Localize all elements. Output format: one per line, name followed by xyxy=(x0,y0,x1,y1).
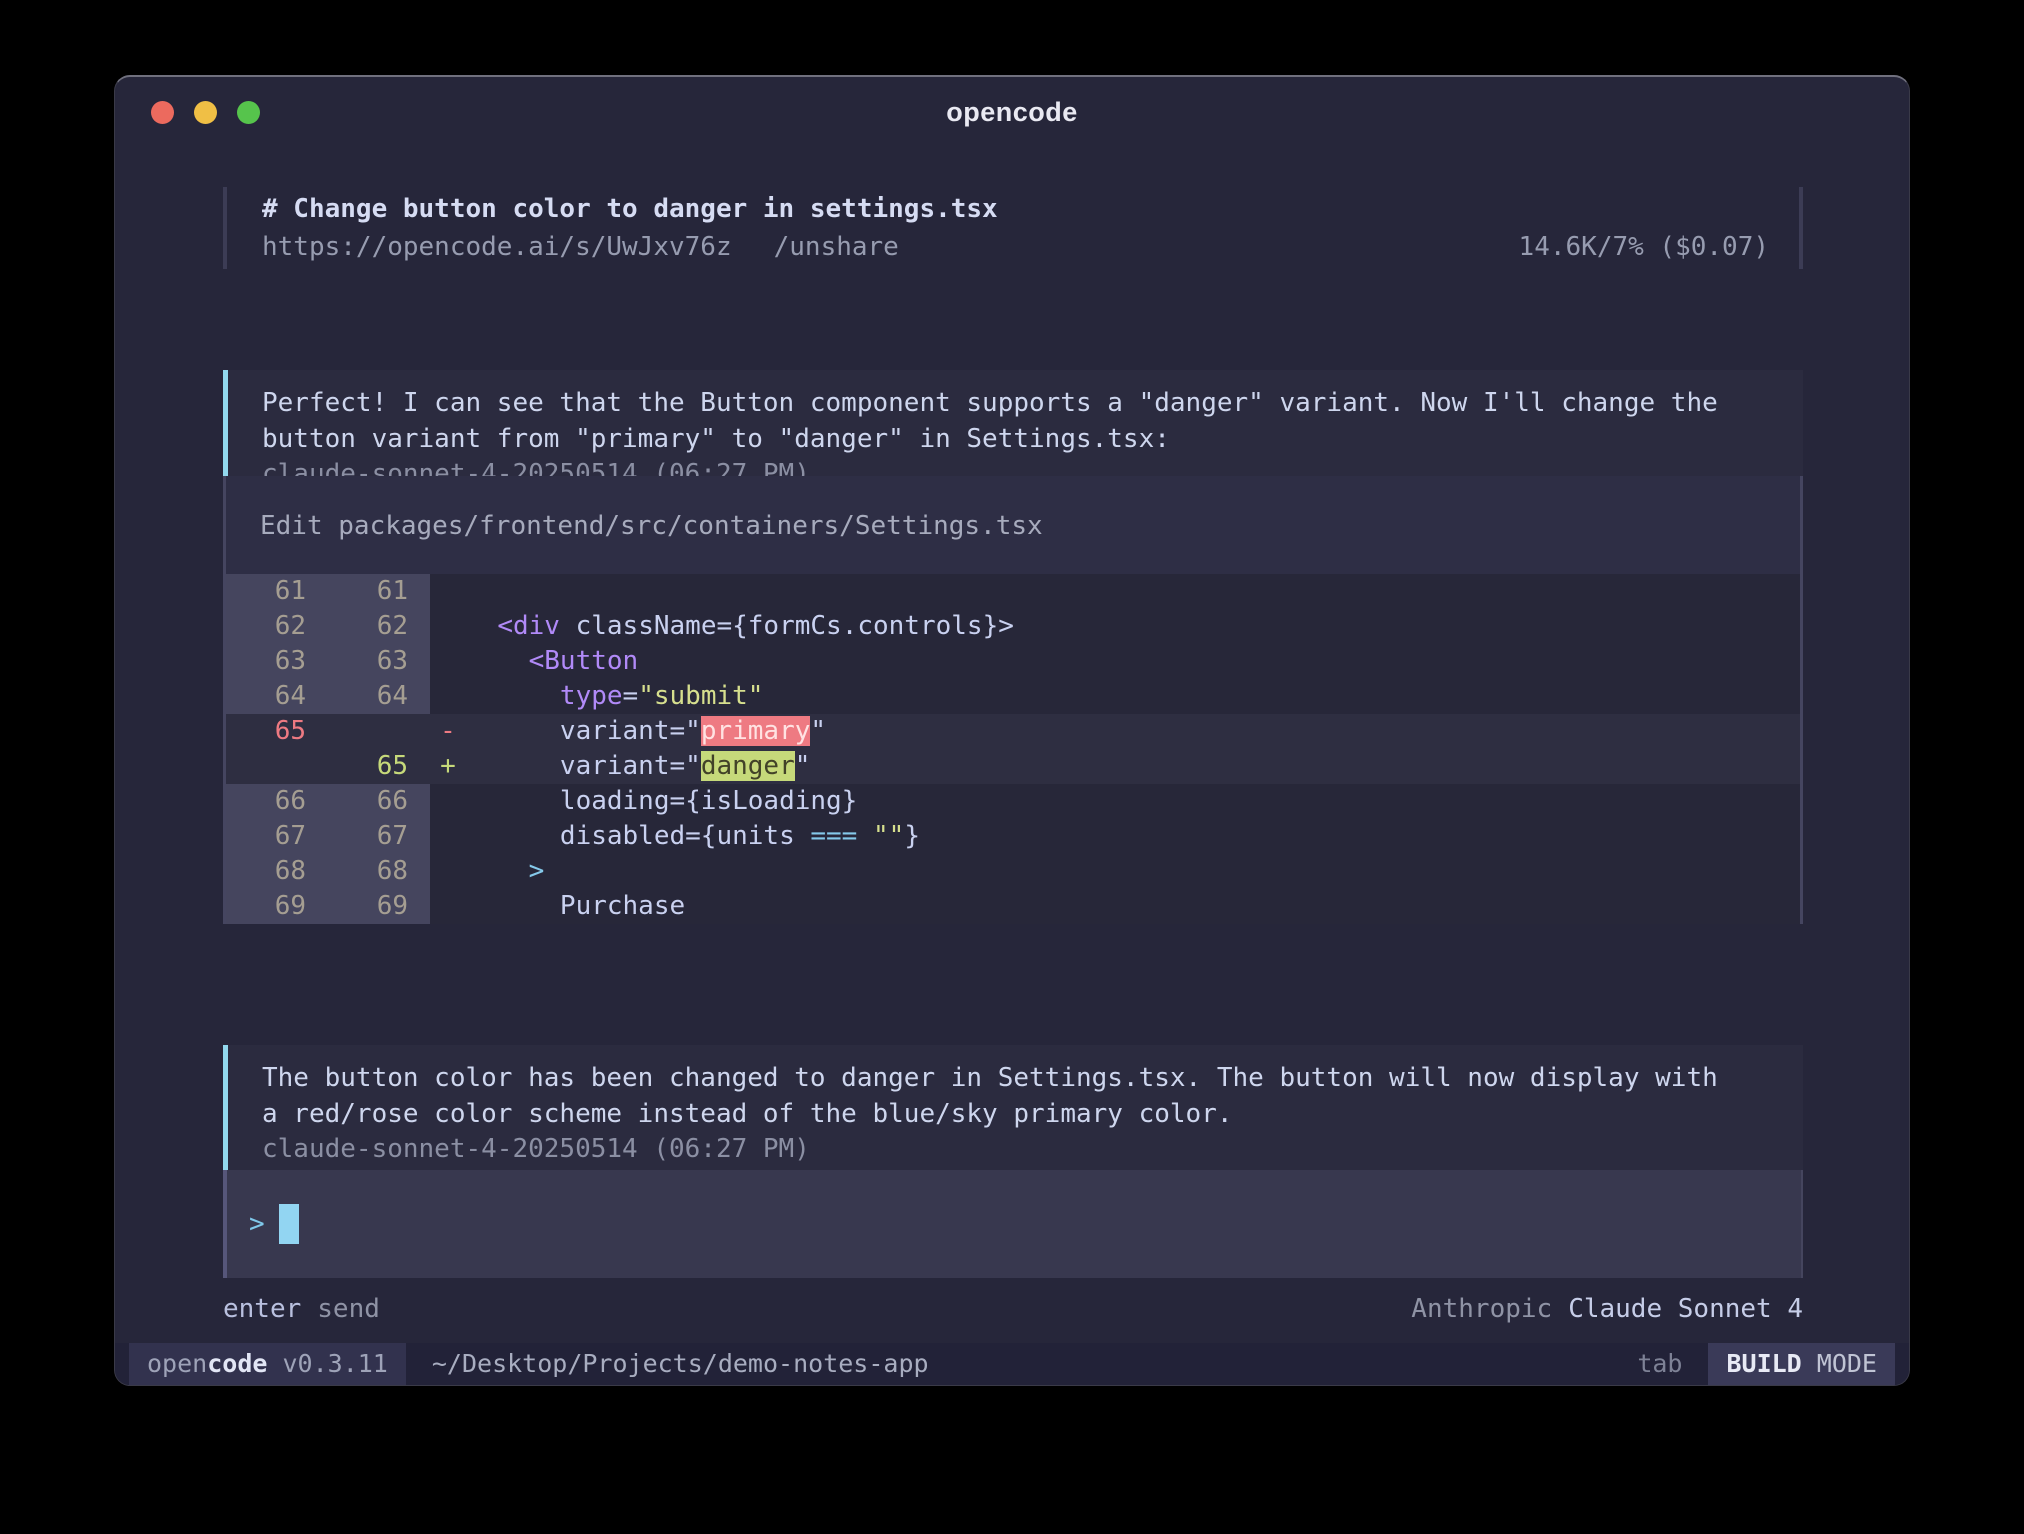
gutter-new: 63 xyxy=(328,644,430,679)
message-text-line: a red/rose color scheme instead of the b… xyxy=(262,1097,1783,1133)
diff-row: 62 62 <div className={formCs.controls}> xyxy=(226,609,1800,644)
gutter-new: 67 xyxy=(328,819,430,854)
message-text-line: button variant from "primary" to "danger… xyxy=(262,422,1783,458)
gutter-old: 61 xyxy=(226,574,328,609)
status-bar: opencode v0.3.11 ~/Desktop/Projects/demo… xyxy=(115,1343,1909,1385)
diff-code: <div className={formCs.controls}> xyxy=(466,609,1800,644)
tab-hint[interactable]: tab xyxy=(1637,1343,1708,1385)
build-mode-badge[interactable]: BUILD MODE xyxy=(1708,1343,1895,1385)
diff-sign: - xyxy=(430,714,466,749)
session-header: # Change button color to danger in setti… xyxy=(223,187,1803,269)
gutter-new: 62 xyxy=(328,609,430,644)
hint-send-label: send xyxy=(317,1294,380,1324)
titlebar: opencode xyxy=(115,77,1909,141)
gutter-new: 61 xyxy=(328,574,430,609)
diff-row: 68 68 > xyxy=(226,854,1800,889)
app-version: v0.3.11 xyxy=(267,1349,387,1378)
gutter-new: 68 xyxy=(328,854,430,889)
diff-code: variant="danger" xyxy=(466,749,1800,784)
diff-row: 69 69 Purchase xyxy=(226,889,1800,924)
share-url[interactable]: https://opencode.ai/s/UwJxv76z xyxy=(262,232,732,262)
gutter-old: 66 xyxy=(226,784,328,819)
tool-card: Edit packages/frontend/src/containers/Se… xyxy=(223,476,1803,924)
diff-sign xyxy=(430,679,466,714)
app-name-open: open xyxy=(147,1349,207,1378)
gutter-old: 67 xyxy=(226,819,328,854)
diff-sign xyxy=(430,574,466,609)
message-text-line: Perfect! I can see that the Button compo… xyxy=(262,386,1783,422)
diff-code: <Button xyxy=(466,644,1800,679)
window-title: opencode xyxy=(115,97,1909,128)
diff-row: 61 61 xyxy=(226,574,1800,609)
diff-row: 65 + variant="danger" xyxy=(226,749,1800,784)
provider-name: Anthropic xyxy=(1411,1294,1552,1324)
diff-row: 65 - variant="primary" xyxy=(226,714,1800,749)
diff-code xyxy=(466,574,1800,609)
assistant-message: The button color has been changed to dan… xyxy=(223,1045,1803,1184)
model-name[interactable]: Claude Sonnet 4 xyxy=(1568,1294,1803,1324)
diff-row: 66 66 loading={isLoading} xyxy=(226,784,1800,819)
mode-name: BUILD xyxy=(1726,1349,1816,1378)
diff-code: variant="primary" xyxy=(466,714,1800,749)
gutter-new: 66 xyxy=(328,784,430,819)
token-stats: 14.6K/7% ($0.07) xyxy=(1519,232,1769,262)
diff-sign xyxy=(430,784,466,819)
diff-code: type="submit" xyxy=(466,679,1800,714)
gutter-old: 63 xyxy=(226,644,328,679)
hint-row: enter send Anthropic Claude Sonnet 4 xyxy=(223,1289,1803,1329)
gutter-new xyxy=(328,714,430,749)
diff-sign xyxy=(430,889,466,924)
prompt-chevron-icon: > xyxy=(249,1209,265,1239)
app-name-code: code xyxy=(207,1349,267,1378)
diff-code: > xyxy=(466,854,1800,889)
session-title: # Change button color to danger in setti… xyxy=(262,191,1769,227)
unshare-command[interactable]: /unshare xyxy=(774,232,899,262)
hint-enter-key: enter xyxy=(223,1294,301,1324)
diff-row: 67 67 disabled={units === ""} xyxy=(226,819,1800,854)
gutter-old xyxy=(226,749,328,784)
mode-label: MODE xyxy=(1817,1349,1877,1378)
gutter-old: 62 xyxy=(226,609,328,644)
diff-row: 63 63 <Button xyxy=(226,644,1800,679)
diff-sign xyxy=(430,854,466,889)
diff-sign xyxy=(430,644,466,679)
diff-sign xyxy=(430,819,466,854)
tool-title: Edit packages/frontend/src/containers/Se… xyxy=(226,476,1800,574)
app-window: opencode # Change button color to danger… xyxy=(114,75,1910,1386)
diff-code: disabled={units === ""} xyxy=(466,819,1800,854)
diff-row: 64 64 type="submit" xyxy=(226,679,1800,714)
gutter-old: 69 xyxy=(226,889,328,924)
gutter-old: 64 xyxy=(226,679,328,714)
message-meta: claude-sonnet-4-20250514 (06:27 PM) xyxy=(262,1132,1783,1168)
diff-sign: + xyxy=(430,749,466,784)
gutter-old: 65 xyxy=(226,714,328,749)
prompt-input[interactable]: > xyxy=(223,1170,1803,1278)
gutter-new: 69 xyxy=(328,889,430,924)
app-badge: opencode v0.3.11 xyxy=(129,1343,406,1385)
gutter-old: 68 xyxy=(226,854,328,889)
diff-code: loading={isLoading} xyxy=(466,784,1800,819)
message-text-line: The button color has been changed to dan… xyxy=(262,1061,1783,1097)
cwd-path: ~/Desktop/Projects/demo-notes-app xyxy=(406,1343,929,1385)
text-cursor xyxy=(279,1204,299,1244)
gutter-new: 65 xyxy=(328,749,430,784)
diff-sign xyxy=(430,609,466,644)
diff-code: Purchase xyxy=(466,889,1800,924)
gutter-new: 64 xyxy=(328,679,430,714)
diff: 61 61 62 62 <div className={formCs.contr… xyxy=(226,574,1800,924)
